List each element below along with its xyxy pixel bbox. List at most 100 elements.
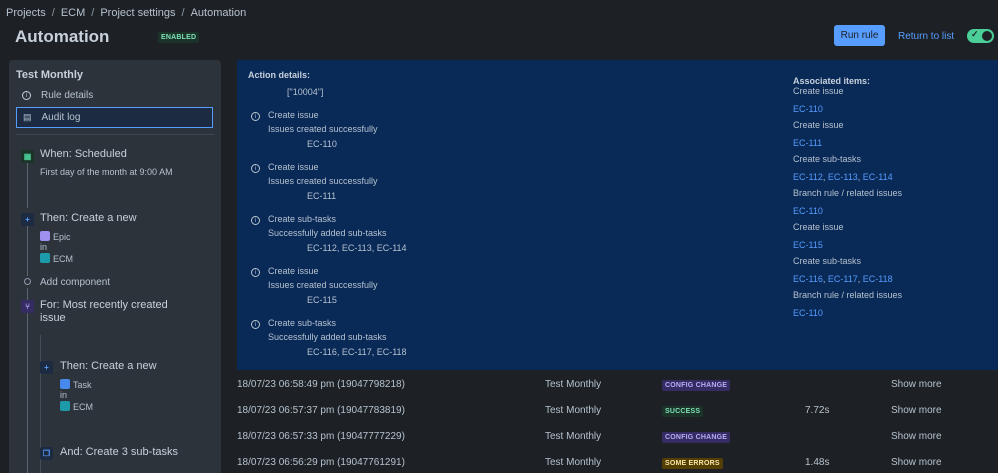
issue-link[interactable]: EC-118 xyxy=(863,274,893,284)
issue-link[interactable]: EC-116 xyxy=(793,274,823,284)
rule-enabled-toggle[interactable]: ✓ xyxy=(967,29,994,43)
toggle-knob xyxy=(982,31,992,41)
associated-items-label: Associated items: xyxy=(793,76,871,86)
table-row[interactable]: 18/07/23 06:56:29 pm (19047761291) Test … xyxy=(237,456,998,473)
table-row[interactable]: 18/07/23 06:57:33 pm (19047777229) Test … xyxy=(237,430,998,456)
breadcrumb-ecm[interactable]: ECM xyxy=(61,7,85,19)
show-more-button[interactable]: Show more xyxy=(891,457,942,468)
log-duration: 7.72s xyxy=(805,405,830,416)
entry-subtitle: Issues created successfully xyxy=(268,176,378,186)
return-to-list-link[interactable]: Return to list xyxy=(898,31,954,42)
breadcrumb: Projects / ECM / Project settings / Auto… xyxy=(6,7,246,19)
project-ecm: ECM xyxy=(60,401,93,413)
entry-title: Create sub-tasks xyxy=(268,214,337,224)
entry-title: Create issue xyxy=(268,110,319,120)
assoc-item-label: Branch rule / related issues xyxy=(793,290,903,300)
entry-value: EC-111 xyxy=(307,191,337,201)
check-icon: ✓ xyxy=(971,29,979,39)
task-icon xyxy=(60,379,70,389)
entry-value: EC-116, EC-117, EC-118 xyxy=(307,347,407,357)
show-more-button[interactable]: Show more xyxy=(891,379,942,390)
issue-link[interactable]: EC-117 xyxy=(828,274,858,284)
issue-link[interactable]: EC-111 xyxy=(793,138,822,148)
assoc-item-label: Create issue xyxy=(793,222,844,232)
rule-name: Test Monthly xyxy=(16,69,84,81)
entry-subtitle: Issues created successfully xyxy=(268,280,378,290)
issue-link[interactable]: EC-110 xyxy=(793,104,823,114)
action-create-task-title[interactable]: Then: Create a new xyxy=(60,360,157,373)
breadcrumb-projects[interactable]: Projects xyxy=(6,7,46,19)
issue-link[interactable]: EC-114 xyxy=(863,172,893,182)
issue-link[interactable]: EC-112 xyxy=(793,172,823,182)
action-create-subtasks-title[interactable]: And: Create 3 sub-tasks xyxy=(60,446,178,459)
breadcrumb-separator: / xyxy=(91,7,95,19)
assoc-item-links: EC-110 xyxy=(793,103,823,115)
in-label: in xyxy=(40,242,48,252)
add-component-dot xyxy=(24,278,31,285)
issue-link[interactable]: EC-115 xyxy=(793,240,823,250)
project-ecm: ECM xyxy=(40,253,73,265)
breadcrumb-automation[interactable]: Automation xyxy=(191,7,247,19)
sidebar-item-audit-log[interactable]: ▤ Audit log xyxy=(16,107,213,128)
info-icon: i xyxy=(251,216,260,225)
run-rule-button[interactable]: Run rule xyxy=(834,25,885,46)
log-rule: Test Monthly xyxy=(545,405,602,416)
entry-title: Create sub-tasks xyxy=(268,318,337,328)
log-rule: Test Monthly xyxy=(545,379,602,390)
log-status-badge: CONFIG CHANGE xyxy=(662,432,731,443)
assoc-item-label: Create sub-tasks xyxy=(793,256,862,266)
add-component-button[interactable]: Add component xyxy=(40,277,110,288)
breadcrumb-separator: / xyxy=(51,7,55,19)
breadcrumb-separator: / xyxy=(181,7,185,19)
breadcrumb-project-settings[interactable]: Project settings xyxy=(100,7,175,19)
document-icon: ▤ xyxy=(23,112,32,122)
log-time: 18/07/23 06:57:33 pm (19047777229) xyxy=(237,431,405,442)
action-details-value: ["10004"] xyxy=(287,87,324,97)
sidebar-item-rule-details[interactable]: i Rule details xyxy=(16,85,213,106)
assoc-item-label: Branch rule / related issues xyxy=(793,188,903,198)
branch-title[interactable]: For: Most recently created issue xyxy=(40,299,190,325)
trigger-title[interactable]: When: Scheduled xyxy=(40,148,127,161)
log-time: 18/07/23 06:57:37 pm (19047783819) xyxy=(237,405,405,416)
log-rule: Test Monthly xyxy=(545,431,602,442)
log-rule: Test Monthly xyxy=(545,457,602,468)
log-time: 18/07/23 06:56:29 pm (19047761291) xyxy=(237,457,405,468)
flow-connector xyxy=(27,162,28,208)
sidebar-item-label: Rule details xyxy=(41,90,94,101)
sidebar-item-label: Audit log xyxy=(41,112,81,123)
assoc-item-label: Create sub-tasks xyxy=(793,154,862,164)
info-icon: i xyxy=(251,268,260,277)
assoc-item-links: EC-112, EC-113, EC-114 xyxy=(793,171,893,183)
sidebar-divider xyxy=(16,134,214,135)
table-row[interactable]: 18/07/23 06:58:49 pm (19047798218) Test … xyxy=(237,378,998,404)
flow-connector xyxy=(27,288,28,300)
show-more-button[interactable]: Show more xyxy=(891,431,942,442)
table-row[interactable]: 18/07/23 06:57:37 pm (19047783819) Test … xyxy=(237,404,998,430)
issue-link[interactable]: EC-110 xyxy=(793,308,823,318)
subtasks-icon: ❐ xyxy=(40,447,53,460)
epic-icon xyxy=(40,231,50,241)
entry-subtitle: Issues created successfully xyxy=(268,124,378,134)
entry-subtitle: Successfully added sub-tasks xyxy=(268,228,387,238)
trigger-detail: First day of the month at 9:00 AM xyxy=(40,167,173,177)
info-icon: i xyxy=(251,164,260,173)
audit-log-details-panel xyxy=(237,60,998,370)
info-icon: i xyxy=(251,112,260,121)
issue-link[interactable]: EC-113 xyxy=(828,172,858,182)
issue-link[interactable]: EC-110 xyxy=(793,206,823,216)
status-badge: ENABLED xyxy=(158,32,200,43)
calendar-icon: ▦ xyxy=(21,150,34,163)
entry-value: EC-110 xyxy=(307,139,337,149)
action-create-epic-title[interactable]: Then: Create a new xyxy=(40,212,137,225)
entry-value: EC-115 xyxy=(307,295,337,305)
assoc-item-links: EC-110 xyxy=(793,307,823,319)
show-more-button[interactable]: Show more xyxy=(891,405,942,416)
page-title: Automation xyxy=(15,27,110,46)
project-icon xyxy=(60,401,70,411)
entry-title: Create issue xyxy=(268,266,319,276)
flow-connector xyxy=(27,313,28,473)
assoc-item-links: EC-110 xyxy=(793,205,823,217)
entry-value: EC-112, EC-113, EC-114 xyxy=(307,243,407,253)
branch-icon: ⑂ xyxy=(21,300,34,313)
entry-title: Create issue xyxy=(268,162,319,172)
